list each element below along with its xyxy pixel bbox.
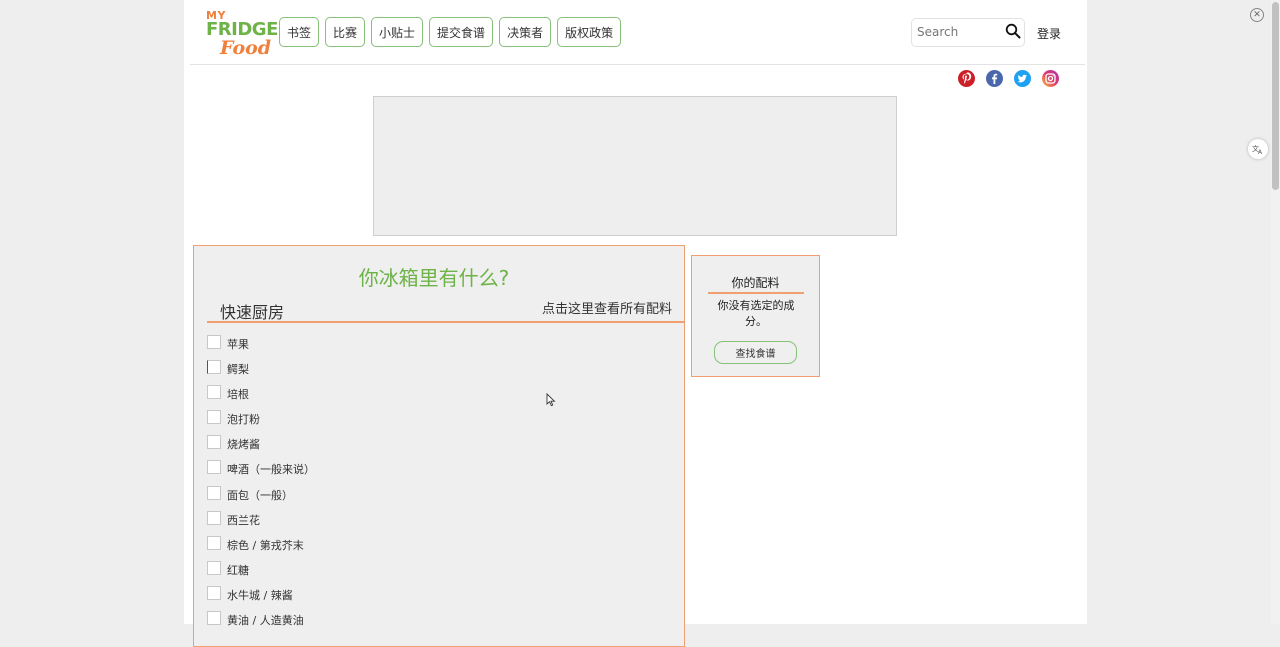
- no-selection-message: 你没有选定的成分。: [717, 299, 795, 328]
- site-logo[interactable]: MY FRIDGE Food: [206, 8, 278, 59]
- page-container: MY FRIDGE Food 书签 比赛 小贴士 提交食谱 决策者 版权政策 登…: [184, 0, 1087, 647]
- ingredient-checkbox[interactable]: [207, 560, 221, 575]
- ingredient-label[interactable]: 苹果: [227, 336, 249, 352]
- ingredient-checkbox[interactable]: [207, 585, 221, 600]
- ingredient-checkbox[interactable]: [207, 385, 221, 400]
- social-links: [958, 70, 1059, 87]
- ingredient-label[interactable]: 烧烤酱: [227, 436, 260, 452]
- search-input[interactable]: [917, 23, 999, 41]
- page-scrollbar[interactable]: [1271, 0, 1280, 624]
- nav-tips[interactable]: 小贴士: [371, 17, 424, 47]
- search-box: [911, 18, 1025, 47]
- twitter-icon[interactable]: [1014, 70, 1031, 87]
- ingredient-label[interactable]: 水牛城 / 辣酱: [227, 587, 293, 603]
- ingredient-panel: 你冰箱里有什么? 快速厨房 点击这里查看所有配料 苹果 鳄梨 培根 泡打粉 烧烤…: [193, 245, 685, 647]
- svg-text:A: A: [1258, 149, 1263, 155]
- logo-line-3: Food: [220, 37, 272, 59]
- fridge-question-title: 你冰箱里有什么?: [358, 266, 510, 290]
- ingredient-checkbox[interactable]: [207, 360, 221, 375]
- main-nav: 书签 比赛 小贴士 提交食谱 决策者 版权政策: [279, 17, 622, 47]
- view-all-ingredients-link[interactable]: 点击这里查看所有配料: [542, 298, 672, 317]
- instagram-icon[interactable]: [1042, 70, 1059, 87]
- nav-decider[interactable]: 决策者: [499, 17, 552, 47]
- ingredient-label[interactable]: 泡打粉: [227, 411, 260, 427]
- ingredient-label[interactable]: 啤酒（一般来说）: [227, 461, 315, 477]
- site-header: MY FRIDGE Food 书签 比赛 小贴士 提交食谱 决策者 版权政策 登…: [184, 0, 1087, 65]
- ingredient-checkbox[interactable]: [207, 435, 221, 450]
- nav-copyright-policy[interactable]: 版权政策: [557, 17, 622, 47]
- find-recipes-button[interactable]: 查找食谱: [714, 341, 797, 364]
- ingredient-checkbox[interactable]: [207, 510, 221, 525]
- quick-kitchen-heading: 快速厨房: [220, 303, 285, 322]
- ingredient-label[interactable]: 棕色 / 第戎芥末: [227, 537, 304, 553]
- translate-icon[interactable]: 文A: [1248, 139, 1268, 159]
- login-link[interactable]: 登录: [1037, 25, 1061, 42]
- search-icon[interactable]: [1005, 23, 1021, 39]
- ingredient-checkbox[interactable]: [207, 460, 221, 475]
- ingredient-checkbox[interactable]: [207, 335, 221, 349]
- nav-contests[interactable]: 比赛: [325, 17, 366, 47]
- ingredient-checkbox[interactable]: [207, 535, 221, 550]
- mouse-cursor-icon: [546, 392, 556, 411]
- ingredient-label[interactable]: 西兰花: [227, 512, 260, 528]
- ingredient-checkbox[interactable]: [207, 485, 221, 500]
- nav-submit-recipe[interactable]: 提交食谱: [429, 17, 494, 47]
- ad-banner-placeholder: [373, 96, 897, 236]
- pinterest-icon[interactable]: [958, 70, 975, 87]
- ingredient-checkbox[interactable]: [207, 410, 221, 425]
- ingredient-label[interactable]: 面包（一般）: [227, 487, 293, 503]
- nav-bookmarks[interactable]: 书签: [279, 17, 320, 47]
- selected-ingredients-panel: 你的配料 你没有选定的成分。 查找食谱: [691, 255, 820, 377]
- header-divider: [190, 64, 1085, 65]
- your-ingredients-title: 你的配料: [731, 276, 780, 290]
- facebook-icon[interactable]: [986, 70, 1003, 87]
- ingredient-label[interactable]: 红糖: [227, 562, 249, 578]
- ingredient-label[interactable]: 培根: [227, 386, 249, 402]
- panel-divider: [207, 321, 684, 323]
- scrollbar-thumb[interactable]: [1272, 2, 1279, 190]
- side-divider: [708, 292, 804, 294]
- ingredient-label[interactable]: 黄油 / 人造黄油: [227, 612, 304, 628]
- ingredient-label[interactable]: 鳄梨: [227, 361, 249, 377]
- close-icon[interactable]: ✕: [1250, 8, 1264, 22]
- ingredient-checkbox[interactable]: [207, 611, 221, 626]
